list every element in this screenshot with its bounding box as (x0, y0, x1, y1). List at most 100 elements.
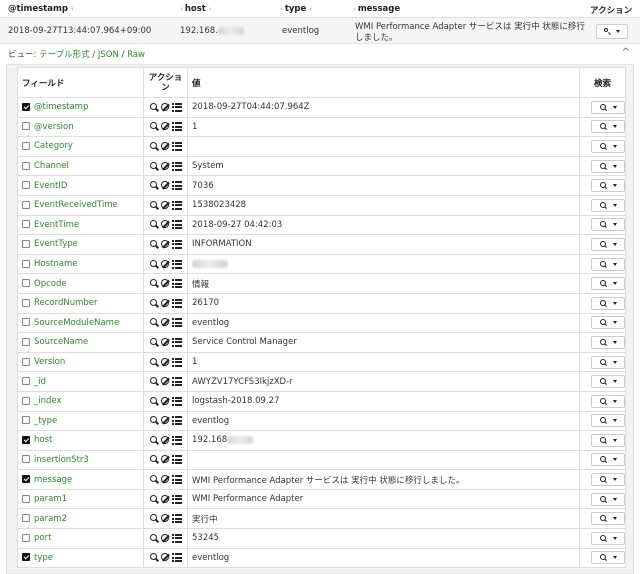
view-table-link[interactable]: テーブル形式 (39, 50, 90, 60)
magnifier-icon[interactable] (150, 279, 159, 288)
table-icon[interactable] (172, 514, 182, 524)
table-icon[interactable] (172, 318, 182, 328)
view-raw-link[interactable]: Raw (127, 50, 145, 60)
field-search-button[interactable] (591, 551, 625, 565)
column-toggle-checkbox[interactable] (22, 475, 30, 484)
column-toggle-checkbox[interactable] (22, 416, 30, 425)
column-toggle-checkbox[interactable] (22, 337, 30, 346)
column-toggle-checkbox[interactable] (22, 259, 30, 268)
magnifier-icon[interactable] (150, 494, 159, 504)
field-search-button[interactable] (591, 218, 625, 232)
table-icon[interactable] (172, 455, 182, 465)
column-toggle-checkbox[interactable] (22, 435, 30, 444)
field-search-button[interactable] (591, 473, 625, 487)
table-icon[interactable] (172, 494, 182, 504)
magnifier-icon[interactable] (150, 161, 159, 171)
table-icon[interactable] (172, 181, 182, 191)
table-icon[interactable] (172, 220, 182, 230)
column-toggle-checkbox[interactable] (22, 455, 30, 464)
magnifier-icon[interactable] (150, 475, 159, 484)
magnifier-icon[interactable] (150, 298, 159, 308)
table-icon[interactable] (172, 553, 182, 563)
magnifier-icon[interactable] (150, 220, 159, 229)
field-search-button[interactable] (591, 414, 625, 428)
field-search-button[interactable] (591, 159, 625, 173)
column-toggle-checkbox[interactable] (22, 533, 30, 542)
ban-icon[interactable] (161, 318, 170, 327)
ban-icon[interactable] (161, 455, 170, 464)
field-search-button[interactable] (591, 316, 625, 330)
magnifier-icon[interactable] (150, 318, 159, 327)
column-toggle-checkbox[interactable] (22, 318, 30, 327)
magnifier-icon[interactable] (150, 435, 159, 445)
table-icon[interactable] (172, 239, 182, 249)
ban-icon[interactable] (161, 494, 170, 504)
table-icon[interactable] (172, 102, 182, 112)
magnifier-icon[interactable] (150, 239, 159, 249)
column-toggle-checkbox[interactable] (22, 181, 30, 190)
field-search-button[interactable] (591, 531, 625, 545)
column-toggle-checkbox[interactable] (22, 141, 30, 150)
field-search-button[interactable] (591, 257, 625, 271)
magnifier-icon[interactable] (150, 200, 159, 210)
table-icon[interactable] (172, 396, 182, 406)
table-icon[interactable] (172, 298, 182, 308)
magnifier-icon[interactable] (150, 416, 159, 425)
ban-icon[interactable] (161, 220, 170, 229)
magnifier-icon[interactable] (150, 396, 159, 406)
magnifier-icon[interactable] (150, 337, 159, 347)
ban-icon[interactable] (161, 279, 170, 288)
column-toggle-checkbox[interactable] (22, 239, 30, 248)
field-search-button[interactable] (591, 277, 625, 291)
magnifier-icon[interactable] (150, 455, 159, 464)
table-icon[interactable] (172, 377, 182, 387)
ban-icon[interactable] (161, 200, 170, 210)
field-search-button[interactable] (591, 375, 625, 389)
column-toggle-checkbox[interactable] (22, 553, 30, 562)
table-icon[interactable] (172, 475, 182, 485)
column-toggle-checkbox[interactable] (22, 102, 30, 111)
table-icon[interactable] (172, 416, 182, 426)
field-search-button[interactable] (591, 492, 625, 506)
field-search-button[interactable] (591, 120, 625, 134)
col-timestamp-header[interactable]: @timestamp ‹ (8, 4, 76, 14)
magnifier-icon[interactable] (150, 102, 159, 112)
ban-icon[interactable] (161, 298, 170, 308)
magnifier-icon[interactable] (150, 533, 159, 543)
table-icon[interactable] (172, 200, 182, 210)
magnifier-icon[interactable] (150, 259, 159, 269)
col-host-header[interactable]: ‹ host ‹ (180, 4, 214, 14)
table-icon[interactable] (172, 161, 182, 171)
field-search-button[interactable] (591, 355, 625, 369)
field-search-button[interactable] (591, 335, 625, 349)
summary-action-button[interactable] (596, 24, 628, 39)
magnifier-icon[interactable] (150, 122, 159, 131)
table-icon[interactable] (172, 141, 182, 151)
magnifier-icon[interactable] (150, 141, 159, 151)
field-search-button[interactable] (591, 198, 625, 212)
ban-icon[interactable] (161, 533, 170, 543)
table-icon[interactable] (172, 435, 182, 445)
ban-icon[interactable] (161, 259, 170, 269)
field-search-button[interactable] (591, 433, 625, 447)
ban-icon[interactable] (161, 161, 170, 171)
column-toggle-checkbox[interactable] (22, 357, 30, 366)
column-toggle-checkbox[interactable] (22, 514, 30, 523)
ban-icon[interactable] (161, 553, 170, 562)
column-toggle-checkbox[interactable] (22, 494, 30, 503)
column-toggle-checkbox[interactable] (22, 377, 30, 386)
column-toggle-checkbox[interactable] (22, 220, 30, 229)
field-search-button[interactable] (591, 512, 625, 526)
field-search-button[interactable] (591, 139, 625, 153)
magnifier-icon[interactable] (150, 377, 159, 386)
ban-icon[interactable] (161, 181, 170, 190)
column-toggle-checkbox[interactable] (22, 200, 30, 209)
field-search-button[interactable] (591, 179, 625, 193)
ban-icon[interactable] (161, 102, 170, 112)
column-toggle-checkbox[interactable] (22, 298, 30, 307)
ban-icon[interactable] (161, 416, 170, 425)
ban-icon[interactable] (161, 435, 170, 445)
col-type-header[interactable]: ‹ type ‹ (280, 4, 314, 14)
ban-icon[interactable] (161, 514, 170, 523)
field-search-button[interactable] (591, 100, 625, 114)
